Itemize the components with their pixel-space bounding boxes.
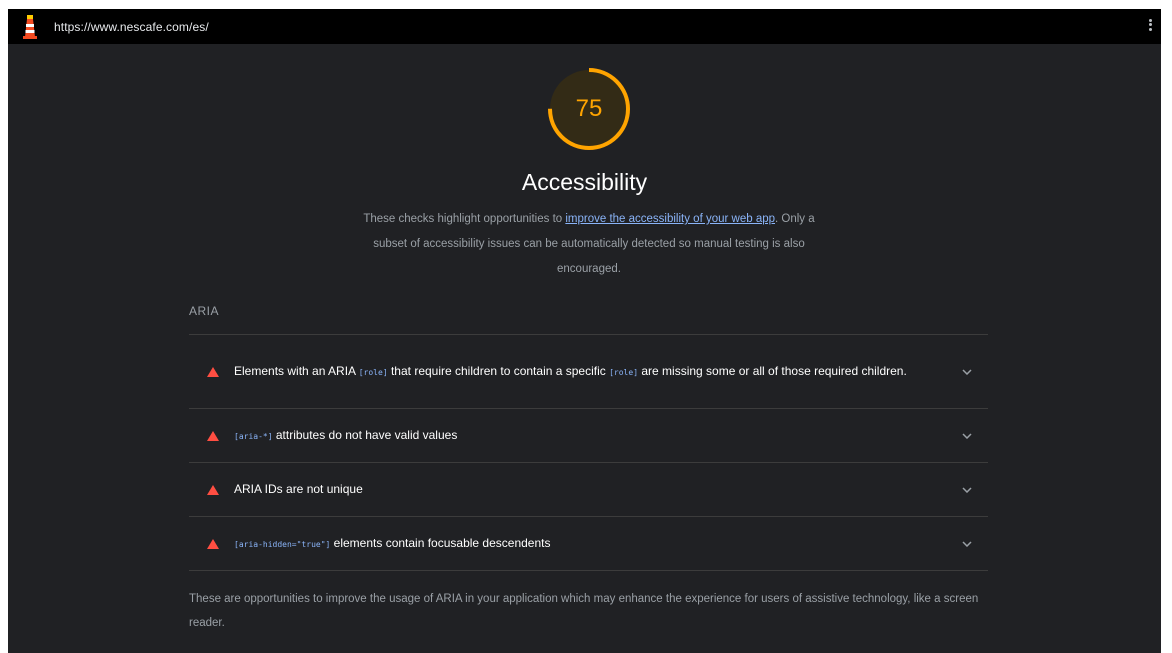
report-url: https://www.nescafe.com/es/	[54, 19, 209, 34]
score-value: 75	[575, 95, 603, 122]
report-topbar: https://www.nescafe.com/es/	[8, 9, 1161, 44]
chevron-down-icon[interactable]	[962, 486, 972, 493]
audit-list: Elements with an ARIA [role] that requir…	[189, 334, 988, 571]
more-vert-icon[interactable]	[1145, 17, 1155, 35]
lighthouse-report: https://www.nescafe.com/es/ 75 Accessibi…	[8, 9, 1161, 653]
fail-icon	[207, 366, 219, 377]
score-gauge: 75	[546, 66, 632, 152]
fail-icon	[207, 484, 219, 495]
audit-aria-valid-attr-value[interactable]: [aria-*] attributes do not have valid va…	[189, 409, 988, 463]
audit-title: [aria-*] attributes do not have valid va…	[234, 427, 458, 442]
audit-duplicate-id-aria[interactable]: ARIA IDs are not unique	[189, 463, 988, 517]
fail-icon	[207, 538, 219, 549]
audit-aria-required-children[interactable]: Elements with an ARIA [role] that requir…	[189, 335, 988, 409]
lighthouse-icon	[19, 14, 41, 40]
learn-more-link[interactable]: improve the accessibility of your web ap…	[565, 213, 775, 225]
chevron-down-icon[interactable]	[962, 540, 972, 547]
audit-aria-hidden-focus[interactable]: [aria-hidden="true"] elements contain fo…	[189, 517, 988, 571]
chevron-down-icon[interactable]	[962, 432, 972, 439]
category-description: These checks highlight opportunities to …	[363, 213, 815, 275]
fail-icon	[207, 430, 219, 441]
chevron-down-icon[interactable]	[962, 368, 972, 375]
audit-title: Elements with an ARIA [role] that requir…	[234, 363, 907, 378]
category-title: Accessibility	[521, 169, 648, 195]
group-title: ARIA	[189, 304, 220, 318]
audit-title: [aria-hidden="true"] elements contain fo…	[234, 535, 551, 550]
group-description: These are opportunities to improve the u…	[189, 593, 979, 629]
audit-title: ARIA IDs are not unique	[234, 482, 363, 496]
